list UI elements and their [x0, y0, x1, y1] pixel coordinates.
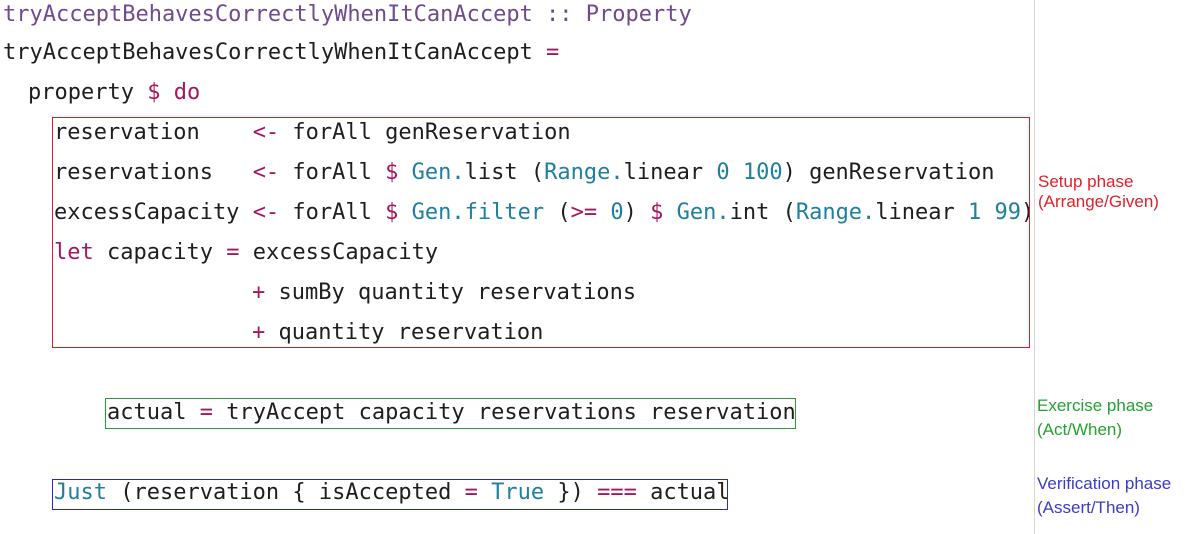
setup-phase-box	[52, 117, 1030, 348]
exercise-phase-title: Exercise phase	[1037, 396, 1154, 415]
do-keyword: do	[173, 80, 201, 105]
property-do-line: property $ do	[28, 78, 200, 108]
setup-phase-subtitle: (Arrange/Given)	[1038, 192, 1159, 211]
type-separator: ::	[532, 2, 586, 27]
verification-phase-box	[52, 479, 728, 510]
margin-divider	[1034, 0, 1035, 534]
exercise-phase-box	[105, 398, 796, 429]
exercise-phase-subtitle: (Act/When)	[1037, 420, 1123, 439]
property-call: property	[28, 80, 134, 105]
definition-line: tryAcceptBehavesCorrectlyWhenItCanAccept…	[3, 38, 559, 68]
verification-phase-subtitle: (Assert/Then)	[1037, 498, 1140, 517]
dollar-operator: $	[147, 80, 161, 105]
equals-operator: =	[532, 40, 560, 65]
code-editor: tryAcceptBehavesCorrectlyWhenItCanAccept…	[0, 0, 1034, 534]
function-name: tryAcceptBehavesCorrectlyWhenItCanAccept	[3, 40, 533, 65]
verification-phase-title: Verification phase	[1037, 474, 1172, 493]
setup-phase-label: Setup phase (Arrange/Given)	[1038, 170, 1159, 214]
verification-phase-label: Verification phase (Assert/Then)	[1037, 472, 1171, 520]
type-name: Property	[585, 2, 692, 27]
type-signature-line: tryAcceptBehavesCorrectlyWhenItCanAccept…	[3, 0, 692, 30]
function-name: tryAcceptBehavesCorrectlyWhenItCanAccept	[3, 2, 533, 27]
exercise-phase-label: Exercise phase (Act/When)	[1037, 394, 1153, 442]
